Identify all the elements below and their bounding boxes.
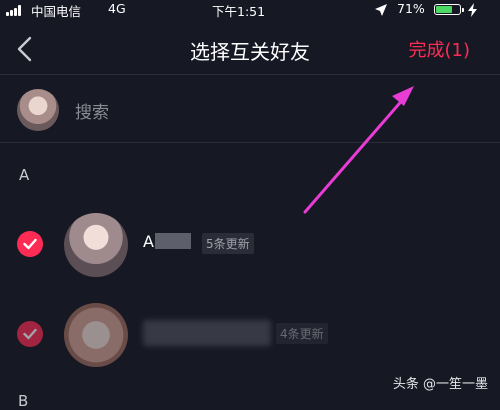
annotation-arrow-icon (303, 86, 414, 214)
watermark: 头条 @一笙一墨 (392, 377, 488, 392)
